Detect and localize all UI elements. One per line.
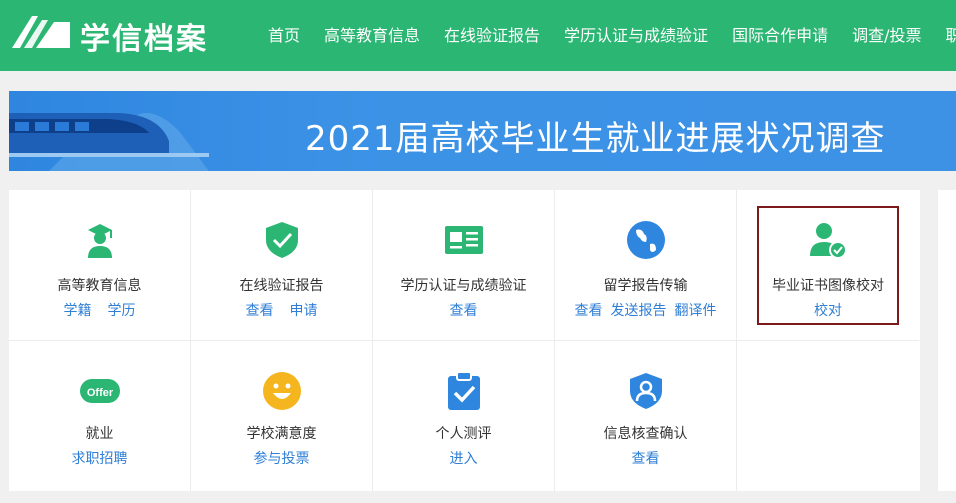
link-job-search[interactable]: 求职招聘 bbox=[72, 451, 128, 467]
id-card-icon bbox=[444, 226, 483, 254]
nav-international[interactable]: 国际合作申请 bbox=[732, 22, 828, 46]
clipboard-check-icon bbox=[447, 371, 480, 410]
empty-cell bbox=[737, 341, 919, 492]
banner-title: 2021届高校毕业生就业进展状况调查 bbox=[305, 119, 886, 159]
service-links: 参与投票 bbox=[191, 448, 372, 468]
service-title: 学历认证与成绩验证 bbox=[400, 278, 527, 294]
service-title: 高等教育信息 bbox=[57, 278, 142, 294]
logo-icon[interactable] bbox=[10, 12, 72, 50]
link-enter[interactable]: 进入 bbox=[450, 451, 478, 467]
service-links: 查看 bbox=[555, 448, 736, 468]
service-school-satisfaction[interactable]: 学校满意度 参与投票 bbox=[191, 341, 373, 492]
service-links: 查看 bbox=[373, 300, 554, 320]
service-title: 就业 bbox=[85, 426, 114, 442]
service-grid: 高等教育信息 学籍 学历 在线验证报告 查看 申请 学历认证与成绩验证 查看 留… bbox=[9, 190, 920, 492]
nav-jobs[interactable]: 职 bbox=[945, 22, 956, 46]
service-title: 在线验证报告 bbox=[239, 278, 324, 294]
link-view[interactable]: 查看 bbox=[632, 451, 660, 467]
service-personal-assessment[interactable]: 个人测评 进入 bbox=[373, 341, 555, 492]
link-translation[interactable]: 翻译件 bbox=[675, 303, 717, 319]
shield-user-icon bbox=[629, 373, 662, 409]
link-view[interactable]: 查看 bbox=[575, 303, 603, 319]
shield-check-icon bbox=[265, 222, 298, 258]
header-bar: 学信档案 首页 高等教育信息 在线验证报告 学历认证与成绩验证 国际合作申请 调… bbox=[0, 0, 956, 71]
train-illustration bbox=[9, 113, 209, 171]
link-check[interactable]: 校对 bbox=[814, 303, 842, 319]
service-links: 进入 bbox=[373, 448, 554, 468]
graduate-icon bbox=[87, 224, 112, 258]
service-info-verification[interactable]: 信息核查确认 查看 bbox=[555, 341, 737, 492]
service-title: 个人测评 bbox=[435, 426, 492, 442]
link-send-report[interactable]: 发送报告 bbox=[611, 303, 667, 319]
link-view[interactable]: 查看 bbox=[246, 303, 274, 319]
brand-title[interactable]: 学信档案 bbox=[80, 14, 208, 58]
service-links: 校对 bbox=[737, 300, 919, 320]
service-title: 学校满意度 bbox=[246, 426, 317, 442]
survey-banner[interactable]: 2021届高校毕业生就业进展状况调查 bbox=[9, 91, 956, 171]
service-degree-authentication[interactable]: 学历认证与成绩验证 查看 bbox=[373, 190, 555, 341]
nav-survey[interactable]: 调查/投票 bbox=[852, 22, 921, 46]
offer-icon: Offer bbox=[79, 379, 120, 403]
side-panel bbox=[938, 190, 956, 491]
service-study-abroad-report[interactable]: 留学报告传输 查看 发送报告 翻译件 bbox=[555, 190, 737, 341]
nav-online-verification[interactable]: 在线验证报告 bbox=[444, 22, 540, 46]
user-check-icon bbox=[810, 223, 847, 259]
nav-home[interactable]: 首页 bbox=[268, 22, 300, 46]
service-title: 毕业证书图像校对 bbox=[772, 278, 884, 294]
service-title: 信息核查确认 bbox=[603, 426, 688, 442]
offer-badge-text: Offer bbox=[86, 387, 113, 399]
link-student-status[interactable]: 学籍 bbox=[64, 303, 92, 319]
link-vote[interactable]: 参与投票 bbox=[254, 451, 310, 467]
service-employment[interactable]: Offer 就业 求职招聘 bbox=[9, 341, 191, 492]
service-links: 查看 申请 bbox=[191, 300, 372, 320]
globe-icon bbox=[626, 221, 665, 259]
nav-higher-education[interactable]: 高等教育信息 bbox=[324, 22, 420, 46]
service-title: 留学报告传输 bbox=[603, 278, 688, 294]
service-links: 学籍 学历 bbox=[9, 300, 190, 320]
service-diploma-image-check[interactable]: 毕业证书图像校对 校对 bbox=[737, 190, 919, 341]
nav-degree-authentication[interactable]: 学历认证与成绩验证 bbox=[564, 22, 708, 46]
link-degree[interactable]: 学历 bbox=[108, 303, 136, 319]
main-nav: 首页 高等教育信息 在线验证报告 学历认证与成绩验证 国际合作申请 调查/投票 … bbox=[268, 22, 956, 46]
service-links: 查看 发送报告 翻译件 bbox=[555, 300, 736, 320]
smiley-icon bbox=[262, 372, 301, 410]
link-apply[interactable]: 申请 bbox=[290, 303, 318, 319]
link-view[interactable]: 查看 bbox=[450, 303, 478, 319]
service-links: 求职招聘 bbox=[9, 448, 190, 468]
service-higher-education[interactable]: 高等教育信息 学籍 学历 bbox=[9, 190, 191, 341]
service-online-verification[interactable]: 在线验证报告 查看 申请 bbox=[191, 190, 373, 341]
